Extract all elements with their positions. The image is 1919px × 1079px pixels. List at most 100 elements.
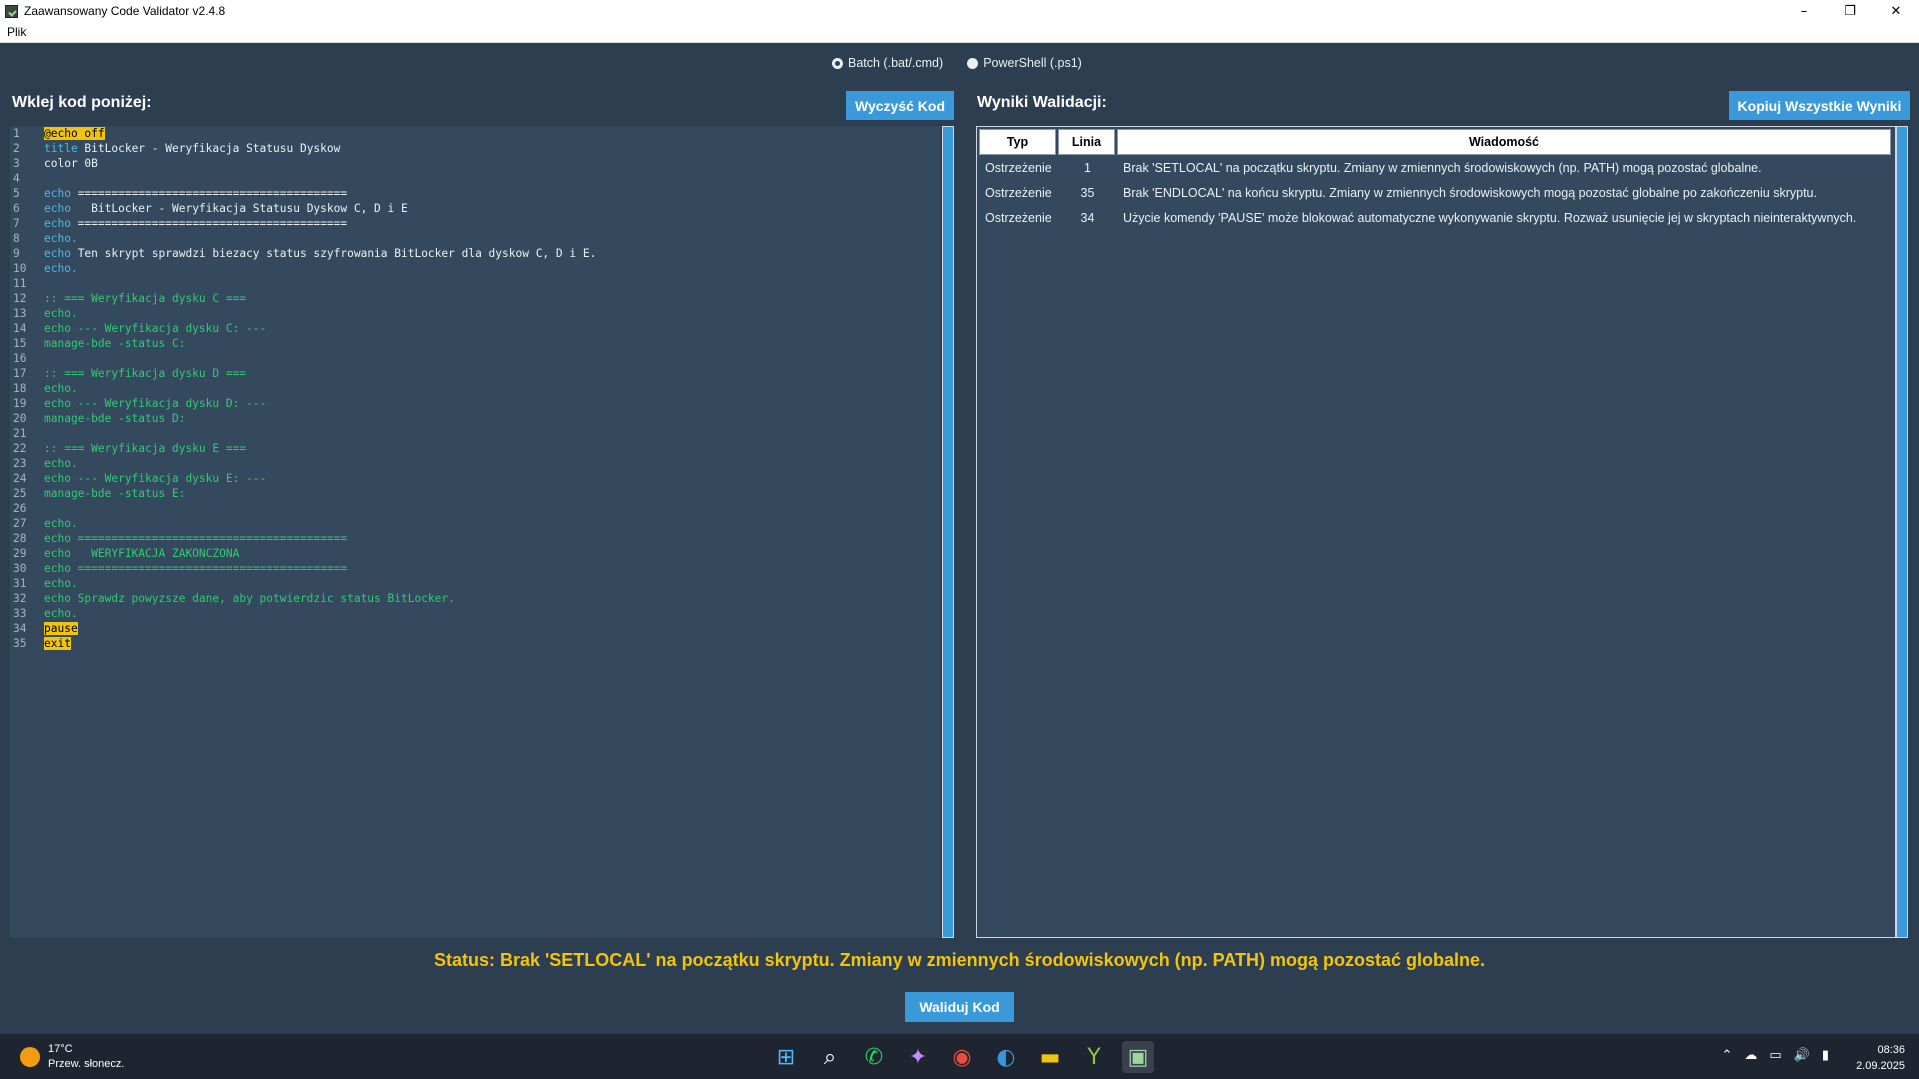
code-line: 21	[10, 426, 940, 441]
code-token: title	[44, 142, 78, 155]
code-text: :: === Weryfikacja dysku D ===	[44, 366, 246, 381]
code-line: 28 echo =================================…	[10, 531, 940, 546]
code-text: manage-bde -status C:	[44, 336, 185, 351]
code-line: 18 echo.	[10, 381, 940, 396]
editor-heading: Wklej kod poniżej:	[12, 94, 152, 111]
radio-powershell-indicator[interactable]	[967, 57, 979, 69]
chevron-up-icon[interactable]: ⌃	[1721, 1048, 1732, 1063]
cloud-icon[interactable]: ☁	[1744, 1048, 1757, 1063]
line-number: 13	[13, 307, 27, 320]
radio-batch[interactable]: Batch (.bat/.cmd)	[832, 56, 943, 70]
line-number: 5	[13, 187, 20, 200]
code-text: echo.	[44, 606, 78, 621]
results-scrollbar[interactable]	[1896, 126, 1908, 938]
line-number: 7	[13, 217, 20, 230]
copy-all-results-button[interactable]: Kopiuj Wszystkie Wyniki	[1729, 91, 1910, 120]
code-text: echo --- Weryfikacja dysku D: ---	[44, 396, 266, 411]
code-text: echo.	[44, 261, 78, 276]
code-line: 24 echo --- Weryfikacja dysku E: ---	[10, 471, 940, 486]
app-icon	[5, 4, 18, 18]
window-title: Zaawansowany Code Validator v2.4.8	[24, 4, 226, 18]
code-text: exit	[44, 636, 71, 651]
code-token: echo ===================================…	[44, 562, 348, 575]
code-token: echo	[44, 202, 71, 215]
validate-code-button[interactable]: Waliduj Kod	[905, 992, 1014, 1022]
battery-icon[interactable]: ▮	[1822, 1048, 1829, 1063]
code-line: 22:: === Weryfikacja dysku E ===	[10, 441, 940, 456]
code-token: color 0B	[44, 157, 98, 170]
restore-button[interactable]: ❐	[1827, 0, 1873, 22]
table-row[interactable]: Ostrzeżenie 35 Brak 'ENDLOCAL' na końcu sk…	[979, 180, 1895, 205]
code-line: 31 echo.	[10, 576, 940, 591]
line-number: 9	[13, 247, 20, 260]
whatsapp-icon[interactable]: ✆	[858, 1041, 890, 1073]
radio-batch-indicator[interactable]	[832, 57, 843, 69]
code-text: echo --- Weryfikacja dysku E: ---	[44, 471, 266, 486]
code-line: 16	[10, 351, 940, 366]
line-number: 2	[13, 142, 20, 155]
code-token: echo	[44, 247, 71, 260]
cell-message: Brak 'SETLOCAL' na początku skryptu. Zmi…	[1123, 160, 1762, 175]
clock[interactable]: 08:36 2.09.2025	[1856, 1042, 1905, 1074]
close-button[interactable]: ✕	[1873, 0, 1919, 22]
volume-icon[interactable]: 🔊	[1794, 1048, 1810, 1063]
windows-start-icon[interactable]: ⊞	[770, 1041, 802, 1073]
table-row[interactable]: Ostrzeżenie 34 Użycie komendy 'PAUSE' może…	[979, 205, 1895, 230]
weather-widget[interactable]: 17°C Przew. słonecz.	[20, 1042, 124, 1072]
copilot-icon[interactable]: ✦	[902, 1041, 934, 1073]
code-line: 15 manage-bde -status C:	[10, 336, 940, 351]
code-token: echo	[44, 187, 71, 200]
code-line: 27 echo.	[10, 516, 940, 531]
code-token: echo.	[44, 607, 78, 620]
system-tray: ⌃ ☁ ▭ 🔊 ▮	[1721, 1048, 1829, 1063]
code-token: echo.	[44, 517, 78, 530]
code-editor[interactable]: 1 @echo off 2 title BitLocker - Weryfikacja…	[10, 126, 940, 938]
clear-code-button[interactable]: Wyczyść Kod	[846, 91, 954, 120]
code-line: 11	[10, 276, 940, 291]
code-token: echo.	[44, 307, 78, 320]
code-token: :: === Weryfikacja dysku E ===	[44, 442, 247, 455]
search-icon[interactable]: ⌕	[814, 1041, 846, 1073]
display-icon[interactable]: ▭	[1769, 1048, 1781, 1063]
line-number: 20	[13, 412, 27, 425]
code-line: 14 echo --- Weryfikacja dysku C: ---	[10, 321, 940, 336]
cell-type: Ostrzeżenie	[985, 185, 1052, 200]
table-row[interactable]: Ostrzeżenie 1 Brak 'SETLOCAL' na początku …	[979, 155, 1895, 180]
code-line: 23 echo.	[10, 456, 940, 471]
weather-sun-icon	[20, 1047, 40, 1067]
menu-bar: Plik	[0, 22, 1919, 43]
code-text: manage-bde -status E:	[44, 486, 185, 501]
clock-date: 2.09.2025	[1856, 1060, 1905, 1072]
code-token: ========================================	[70, 187, 348, 200]
file-explorer-icon[interactable]: ▬	[1034, 1041, 1066, 1073]
code-text: title BitLocker - Weryfikacja Statusu Dy…	[44, 141, 340, 156]
edge-icon[interactable]: ◐	[990, 1041, 1022, 1073]
code-validator-icon[interactable]: ▣	[1122, 1041, 1154, 1073]
chrome-icon[interactable]: ◉	[946, 1041, 978, 1073]
cell-message: Użycie komendy 'PAUSE' może blokować aut…	[1123, 210, 1857, 225]
minimize-button[interactable]: –	[1781, 0, 1827, 22]
code-text: echo WERYFIKACJA ZAKONCZONA	[44, 546, 239, 561]
code-line: 5 echo ==================================…	[10, 186, 940, 201]
code-text: echo Ten skrypt sprawdzi biezacy status …	[44, 246, 596, 261]
code-line: 33 echo.	[10, 606, 940, 621]
column-header-typ[interactable]: Typ	[979, 129, 1056, 155]
editor-scrollbar[interactable]	[942, 126, 954, 938]
line-number: 29	[13, 547, 27, 560]
line-number: 27	[13, 517, 27, 530]
column-header-wiadomosc[interactable]: Wiadomość	[1117, 129, 1891, 155]
code-token: Ten skrypt sprawdzi biezacy status szyfr…	[70, 247, 597, 260]
code-line: 4	[10, 171, 940, 186]
column-header-linia[interactable]: Linia	[1058, 129, 1115, 155]
code-token: BitLocker - Weryfikacja Statusu Dyskow C…	[70, 202, 408, 215]
cell-line: 1	[1084, 160, 1091, 175]
menu-item-plik[interactable]: Plik	[0, 25, 33, 39]
highlighted-token: exit	[44, 637, 71, 650]
radio-powershell[interactable]: PowerShell (.ps1)	[967, 56, 1082, 70]
code-token: BitLocker - Weryfikacja Statusu Dyskow	[77, 142, 341, 155]
code-line: 30 echo =================================…	[10, 561, 940, 576]
code-token: echo.	[44, 382, 78, 395]
code-text: :: === Weryfikacja dysku C ===	[44, 291, 246, 306]
yandex-icon[interactable]: Y	[1078, 1041, 1110, 1073]
weather-temperature: 17°C	[48, 1043, 73, 1055]
